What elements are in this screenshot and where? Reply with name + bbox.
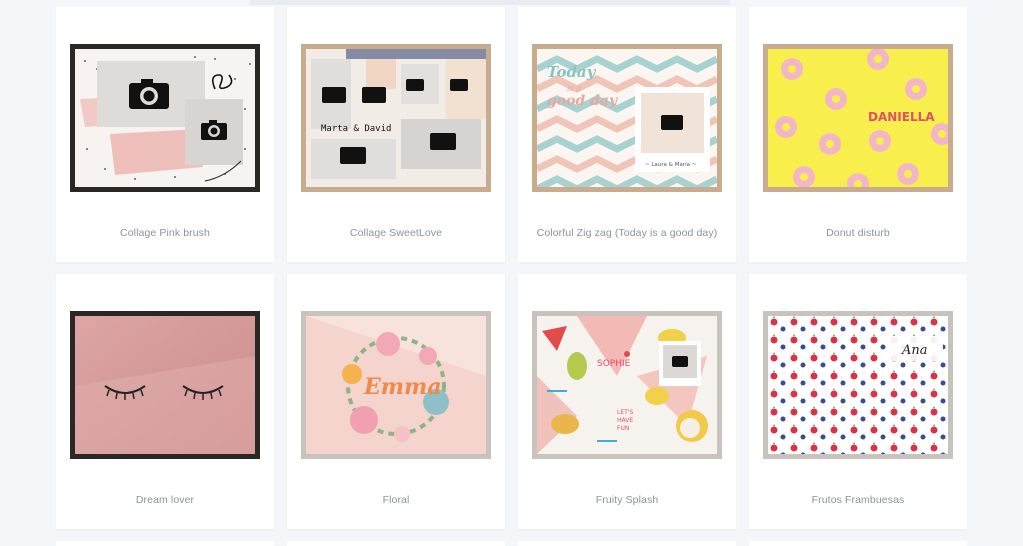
svg-text:DANIELLA: DANIELLA	[868, 110, 935, 124]
product-card-donut-disturb[interactable]: DANIELLA Donut disturb	[749, 7, 967, 262]
svg-text:~ Laura & María ~: ~ Laura & María ~	[645, 161, 697, 168]
tray-preview-image: Emma	[301, 311, 491, 459]
product-title[interactable]: Colorful Zig zag (Today is a good day)	[518, 227, 736, 239]
svg-text:LET'S: LET'S	[617, 409, 633, 416]
product-title[interactable]: Floral	[287, 494, 505, 506]
top-divider	[250, 0, 730, 5]
svg-text:Today: Today	[547, 63, 597, 81]
svg-text:Emma: Emma	[363, 374, 442, 400]
product-card-collage-sweetlove[interactable]: Marta & David Collage SweetLove	[287, 7, 505, 262]
product-title[interactable]: Donut disturb	[749, 227, 967, 239]
product-card-partial[interactable]	[56, 541, 274, 546]
svg-text:HAVE: HAVE	[617, 417, 633, 424]
svg-text:Marta & David: Marta & David	[321, 124, 391, 134]
svg-text:Ana: Ana	[901, 343, 928, 358]
product-card-frutos-frambuesas[interactable]: Ana Frutos Frambuesas	[749, 274, 967, 529]
product-card-collage-pink-brush[interactable]: Collage Pink brush	[56, 7, 274, 262]
product-card-partial[interactable]	[518, 541, 736, 546]
product-card-colorful-zig-zag[interactable]: ~ Laura & María ~ Today is a good day Co…	[518, 7, 736, 262]
product-title[interactable]: Fruity Splash	[518, 494, 736, 506]
product-card-floral[interactable]: Emma Floral	[287, 274, 505, 529]
svg-text:SOPHIE: SOPHIE	[597, 359, 631, 369]
tray-preview-image: DANIELLA	[763, 44, 953, 192]
tray-preview-image	[70, 311, 260, 459]
product-title[interactable]: Dream lover	[56, 494, 274, 506]
product-title[interactable]: Collage SweetLove	[287, 227, 505, 239]
product-title[interactable]: Collage Pink brush	[56, 227, 274, 239]
product-card-dream-lover[interactable]: Dream lover	[56, 274, 274, 529]
product-title[interactable]: Frutos Frambuesas	[749, 494, 967, 506]
tray-preview-image: Marta & David	[301, 44, 491, 192]
tray-preview-image: ~ Laura & María ~ Today is a good day	[532, 44, 722, 192]
tray-preview-image: SOPHIE LET'S HAVE FUN	[532, 311, 722, 459]
product-card-fruity-splash[interactable]: SOPHIE LET'S HAVE FUN Fruity Splash	[518, 274, 736, 529]
tray-preview-image: Ana	[763, 311, 953, 459]
svg-text:good day: good day	[547, 93, 618, 109]
product-card-partial[interactable]	[287, 541, 505, 546]
tray-preview-image	[70, 44, 260, 192]
svg-text:is a: is a	[567, 84, 581, 93]
product-card-partial[interactable]	[749, 541, 967, 546]
svg-text:FUN: FUN	[617, 425, 629, 432]
